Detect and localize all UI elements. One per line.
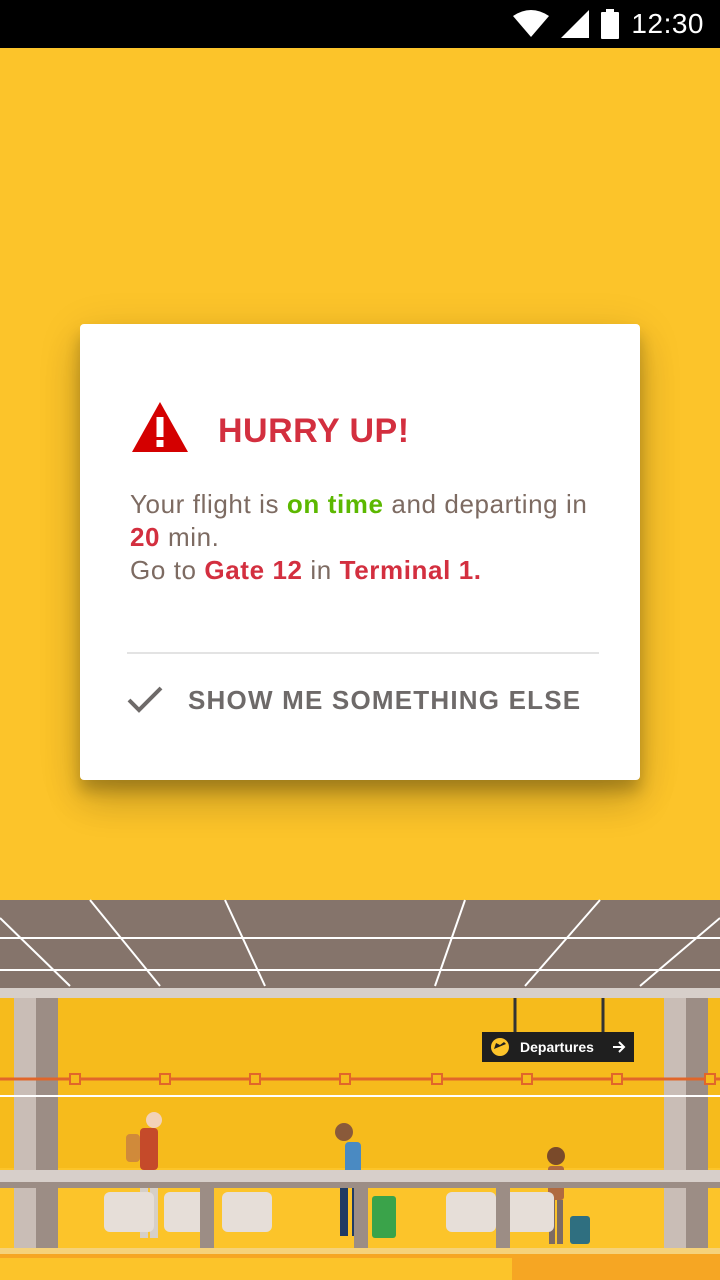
check-icon bbox=[127, 686, 163, 713]
show-something-else-button[interactable]: SHOW ME SOMETHING ELSE bbox=[126, 680, 581, 720]
divider bbox=[127, 652, 599, 654]
status-bar: 12:30 bbox=[0, 0, 720, 48]
message-text: min. bbox=[160, 522, 220, 552]
warning-triangle-icon bbox=[132, 402, 188, 452]
wifi-icon bbox=[513, 10, 550, 37]
gate-value: Gate 12 bbox=[204, 555, 303, 585]
plane-departure-icon bbox=[491, 1038, 509, 1056]
cell-signal-icon bbox=[561, 10, 590, 38]
message-text: Go to bbox=[130, 555, 205, 585]
ceiling bbox=[0, 900, 720, 988]
status-icons: 12:30 bbox=[513, 0, 704, 48]
airport-illustration: Departures bbox=[0, 899, 720, 1280]
message-text: and departing in bbox=[383, 489, 588, 519]
message-text: in bbox=[302, 555, 340, 585]
message-text: Your flight is bbox=[130, 489, 287, 519]
departures-sign-label: Departures bbox=[520, 1039, 594, 1055]
dialog-title: HURRY UP! bbox=[218, 412, 410, 450]
action-label: SHOW ME SOMETHING ELSE bbox=[188, 684, 582, 715]
battery-icon bbox=[601, 9, 620, 39]
alert-dialog: HURRY UP! Your flight is on time and dep… bbox=[80, 324, 640, 780]
terminal-value: Terminal 1. bbox=[339, 555, 482, 585]
flight-status: on time bbox=[286, 489, 384, 519]
dialog-message: Your flight is on time and departing in … bbox=[130, 488, 610, 587]
status-time: 12:30 bbox=[631, 8, 704, 39]
minutes-value: 20 bbox=[130, 522, 161, 552]
